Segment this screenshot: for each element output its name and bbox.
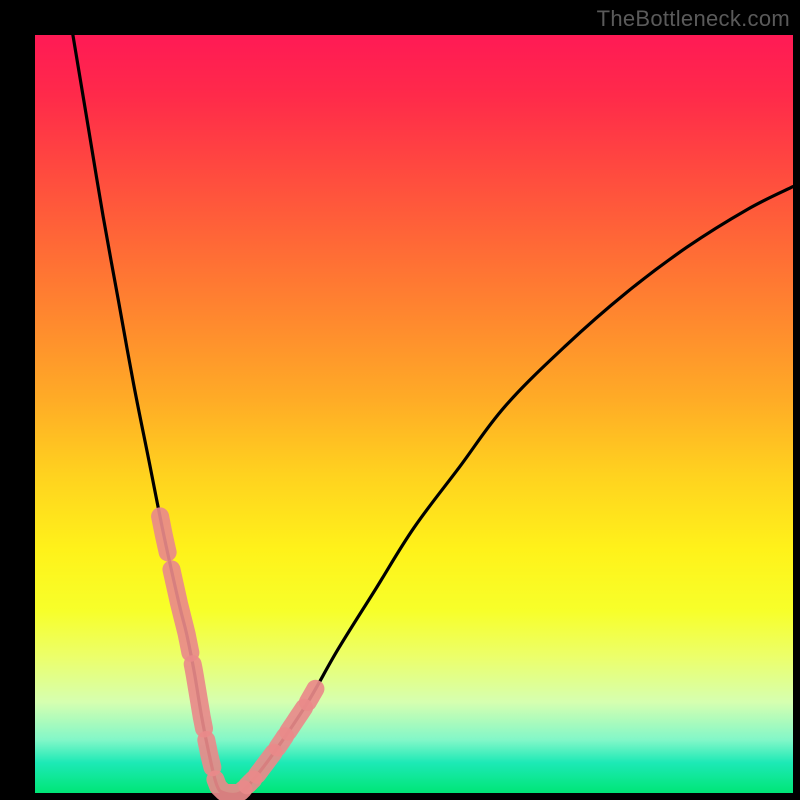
curve-marker: [160, 516, 168, 552]
curve-marker: [206, 740, 212, 767]
curve-marker: [308, 689, 316, 702]
curve-marker: [171, 569, 190, 652]
marker-layer: [160, 516, 315, 793]
curve-marker: [193, 664, 204, 728]
curve-svg: [35, 35, 793, 793]
watermark-text: TheBottleneck.com: [597, 6, 790, 32]
chart-frame: TheBottleneck.com: [0, 0, 800, 800]
main-curve: [73, 35, 793, 795]
plot-area: [35, 35, 793, 793]
bottleneck-curve-path: [73, 35, 793, 795]
curve-marker: [257, 753, 274, 775]
curve-marker: [288, 708, 304, 732]
